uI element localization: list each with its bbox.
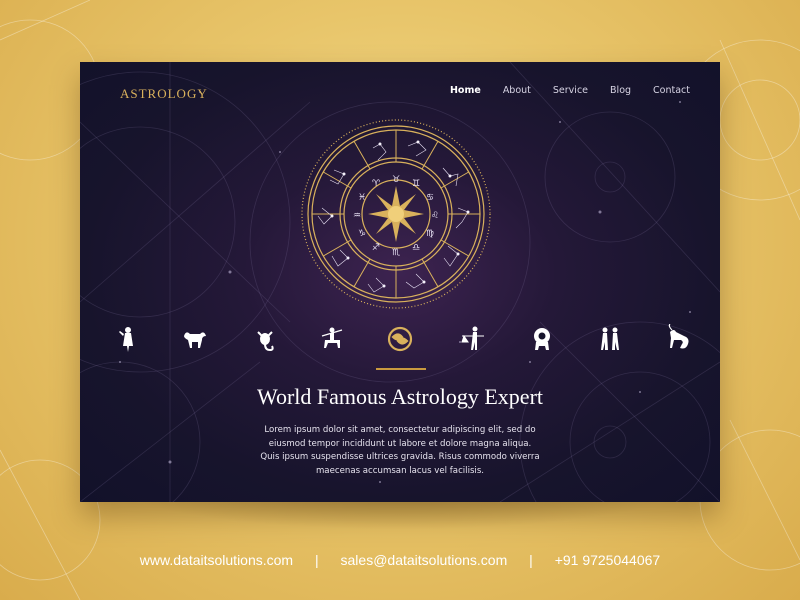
sagittarius-icon[interactable] — [316, 324, 346, 354]
footer-separator: | — [314, 552, 319, 568]
svg-text:♈: ♈ — [372, 179, 381, 189]
hero-description: Lorem ipsum dolor sit amet, consectetur … — [250, 424, 550, 478]
svg-text:♊: ♊ — [412, 179, 420, 189]
svg-text:♓: ♓ — [358, 193, 366, 203]
svg-text:♑: ♑ — [358, 229, 366, 239]
footer-email[interactable]: sales@dataitsolutions.com — [341, 552, 508, 568]
hero-description-line: maecenas accumsan lacus vel facilisis. — [315, 465, 485, 476]
scorpio-icon[interactable] — [250, 324, 280, 354]
hero-headline: World Famous Astrology Expert — [256, 384, 544, 409]
capricorn-icon[interactable] — [664, 323, 694, 354]
svg-text:♎: ♎ — [412, 243, 420, 253]
nav-blog[interactable]: Blog — [610, 85, 631, 96]
nav-service[interactable]: Service — [553, 85, 588, 96]
main-nav: Home About Service Blog Contact — [428, 85, 690, 96]
svg-text:♍: ♍ — [426, 229, 434, 239]
nav-contact[interactable]: Contact — [653, 85, 690, 96]
libra-icon[interactable] — [458, 324, 488, 354]
pisces-icon[interactable] — [385, 324, 415, 354]
nav-home[interactable]: Home — [450, 85, 481, 96]
active-sign-underline — [376, 368, 426, 370]
leo-icon[interactable] — [527, 324, 557, 354]
hero-description-line: eiusmod tempor incididunt ut labore et d… — [268, 438, 532, 449]
svg-text:♉: ♉ — [392, 175, 400, 185]
svg-text:♒: ♒ — [353, 211, 361, 221]
landing-page-card: ASTROLOGY Home About Service Blog Contac… — [80, 62, 720, 502]
nav-about[interactable]: About — [503, 85, 531, 96]
zodiac-sign-selector — [80, 323, 720, 364]
virgo-icon[interactable] — [113, 324, 143, 354]
brand-logo[interactable]: ASTROLOGY — [120, 86, 208, 102]
footer-website[interactable]: www.dataitsolutions.com — [140, 552, 293, 568]
hero-description-line: Lorem ipsum dolor sit amet, consectetur … — [264, 425, 536, 435]
hero-description-line: Quis ipsum suspendisse ultrices gravida.… — [260, 452, 540, 462]
zodiac-wheel-illustration: ♉ ♊ ♋ ♌ ♍ ♎ ♏ ♐ ♑ ♒ ♓ ♈ — [301, 119, 491, 309]
footer-phone[interactable]: +91 9725044067 — [555, 552, 661, 568]
footer-separator: | — [529, 552, 533, 568]
gemini-icon[interactable] — [595, 324, 625, 354]
contact-footer: www.dataitsolutions.com | sales@dataitso… — [0, 552, 800, 568]
taurus-icon[interactable] — [180, 324, 210, 354]
svg-text:♌: ♌ — [431, 211, 439, 221]
svg-text:♋: ♋ — [426, 193, 434, 203]
svg-text:♏: ♏ — [392, 248, 400, 258]
svg-text:♐: ♐ — [372, 243, 380, 253]
